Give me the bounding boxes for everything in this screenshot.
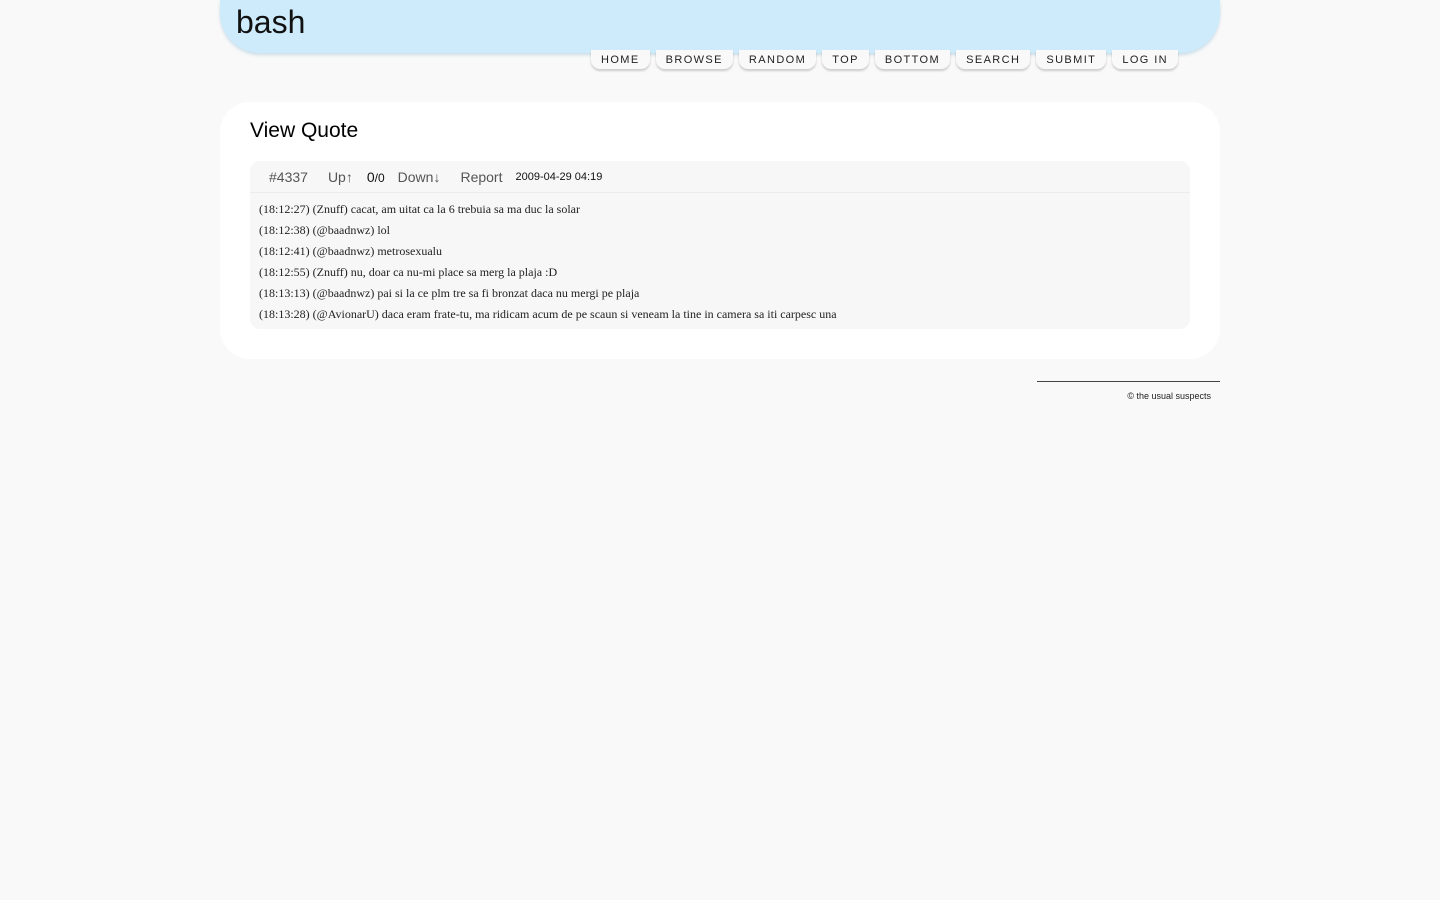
- report-link[interactable]: Report: [460, 169, 502, 185]
- nav-browse-link[interactable]: Browse: [655, 50, 733, 69]
- nav-submit-link[interactable]: Submit: [1036, 50, 1107, 69]
- nav-home-link[interactable]: Home: [591, 50, 650, 69]
- page-title: View Quote: [250, 119, 359, 142]
- nav-search-link[interactable]: Search: [956, 50, 1031, 69]
- quote-id-link[interactable]: #4337: [269, 169, 308, 185]
- quote-body: (18:12:27) (Znuff) cacat, am uitat ca la…: [250, 193, 1190, 329]
- quote-card: #4337 Up↑ 0/0 Down↓ Report 2009-04-29 04…: [250, 161, 1190, 329]
- nav-bottom-link[interactable]: Bottom: [874, 50, 951, 69]
- quote-line: (18:12:41) (@baadnwz) metrosexualu: [259, 244, 442, 258]
- vote-down-link[interactable]: Down↓: [398, 169, 441, 185]
- nav-random-link[interactable]: Random: [738, 50, 817, 69]
- quote-meta-bar: #4337 Up↑ 0/0 Down↓ Report 2009-04-29 04…: [250, 161, 1190, 193]
- quote-date: 2009-04-29 04:19: [515, 170, 603, 183]
- site-footer: © the usual suspects: [220, 359, 1220, 409]
- quote-line: (18:13:13) (@baadnwz) pai si la ce plm t…: [259, 286, 640, 300]
- quote-score: 0/0: [367, 169, 385, 185]
- score-total: /0: [374, 170, 385, 185]
- content-box: View Quote #4337 Up↑ 0/0 Down↓ Report 20…: [220, 102, 1220, 359]
- page-wrapper: bash Home Browse Random Top Bottom Searc…: [220, 0, 1220, 409]
- quote-line: (18:12:55) (Znuff) nu, doar ca nu-mi pla…: [259, 265, 558, 279]
- footer-divider: [1037, 381, 1220, 382]
- score-current: 0: [366, 168, 375, 185]
- quote-line: (18:12:27) (Znuff) cacat, am uitat ca la…: [259, 202, 580, 216]
- quote-line: (18:13:28) (@AvionarU) daca eram frate-t…: [259, 307, 837, 321]
- site-header: bash: [220, 0, 1220, 53]
- copyright-text: © the usual suspects: [1127, 391, 1211, 401]
- site-title[interactable]: bash: [236, 3, 305, 41]
- quote-line: (18:12:38) (@baadnwz) lol: [259, 223, 391, 237]
- vote-up-link[interactable]: Up↑: [328, 169, 353, 185]
- nav-login-link[interactable]: Log In: [1112, 50, 1178, 69]
- nav-top-link[interactable]: Top: [822, 50, 869, 69]
- main-nav: Home Browse Random Top Bottom Search Sub…: [591, 50, 1178, 69]
